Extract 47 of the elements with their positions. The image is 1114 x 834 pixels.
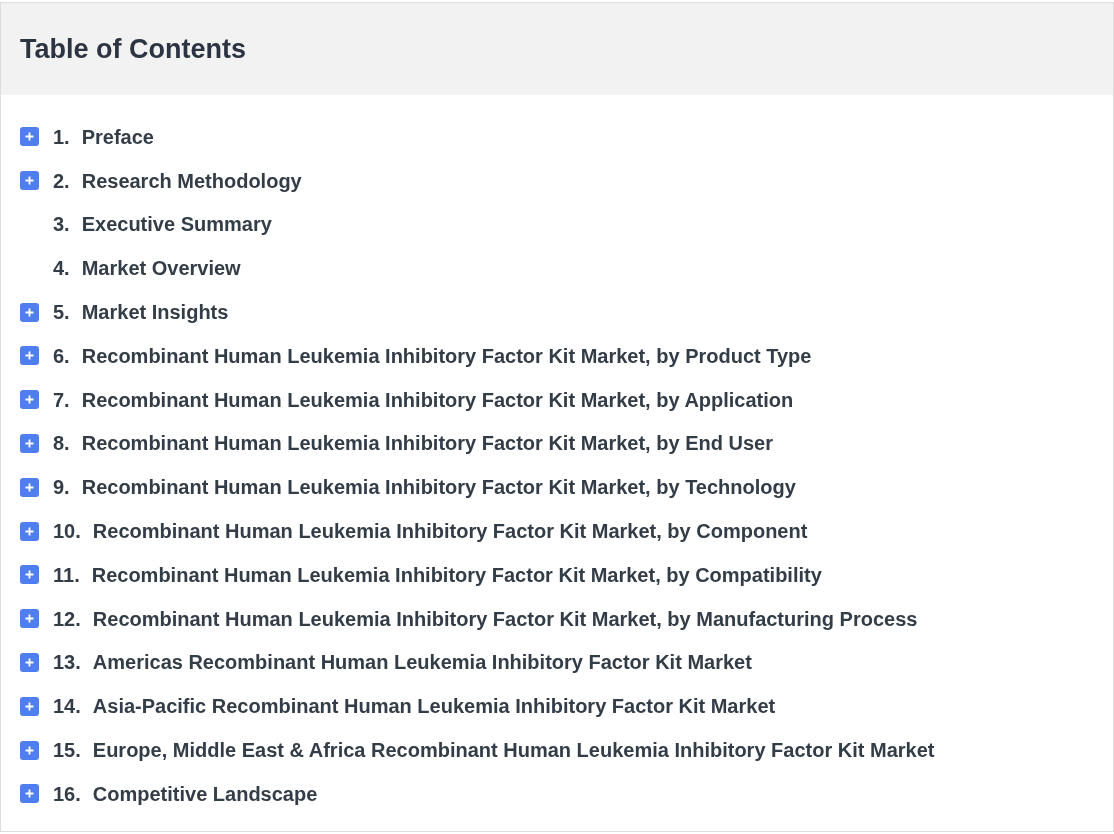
expand-icon[interactable] xyxy=(19,565,39,585)
expand-icon[interactable] xyxy=(19,433,39,453)
section-link[interactable]: Market Overview xyxy=(81,253,241,284)
section-number: 13. xyxy=(53,650,81,676)
section-link[interactable]: Preface xyxy=(81,121,154,152)
expand-icon[interactable] xyxy=(19,521,39,541)
section-link[interactable]: Research Methodology xyxy=(81,165,302,196)
expand-icon[interactable] xyxy=(19,609,39,629)
section-number: 10. xyxy=(53,519,81,545)
section-link[interactable]: Market Insights xyxy=(81,297,229,328)
section-link[interactable]: Europe, Middle East & Africa Recombinant Human Leukemia Inhibitory Factor Kit Market xyxy=(92,735,935,766)
section-number: 7. xyxy=(53,387,70,413)
section-link[interactable]: Recombinant Human Leukemia Inhibitory Factor Kit Market, by Component xyxy=(92,516,808,547)
section-link[interactable]: Recombinant Human Leukemia Inhibitory Factor Kit Market, by Application xyxy=(81,384,794,415)
expand-icon[interactable] xyxy=(19,171,39,191)
section-number: 2. xyxy=(53,168,70,194)
expand-icon[interactable] xyxy=(19,346,39,366)
section-number: 11. xyxy=(53,562,80,588)
expand-icon[interactable] xyxy=(19,477,39,497)
section-link[interactable]: Recombinant Human Leukemia Inhibitory Factor Kit Market, by Product Type xyxy=(81,340,812,371)
expand-icon[interactable] xyxy=(19,784,39,804)
section-number: 4. xyxy=(53,256,70,282)
section-number: 8. xyxy=(53,431,70,457)
expand-icon[interactable] xyxy=(19,127,39,147)
section-number: 14. xyxy=(53,694,81,720)
section-number: 15. xyxy=(53,738,81,764)
section-link[interactable]: Recombinant Human Leukemia Inhibitory Factor Kit Market, by End User xyxy=(81,428,773,459)
section-number: 1. xyxy=(53,124,70,150)
section-link[interactable]: Recombinant Human Leukemia Inhibitory Factor Kit Market, by Compatibility xyxy=(91,559,822,590)
section-link[interactable]: Recombinant Human Leukemia Inhibitory Factor Kit Market, by Technology xyxy=(81,472,796,503)
section-number: 12. xyxy=(53,606,81,632)
section-number: 6. xyxy=(53,343,70,369)
expand-icon[interactable] xyxy=(19,302,39,322)
section-link[interactable]: Recombinant Human Leukemia Inhibitory Factor Kit Market, by Manufacturing Process xyxy=(92,603,918,634)
section-link[interactable]: Asia-Pacific Recombinant Human Leukemia Inhibitory Factor Kit Market xyxy=(92,691,776,722)
expand-icon[interactable] xyxy=(19,696,39,716)
section-number: 16. xyxy=(53,781,81,807)
section-number: 3. xyxy=(53,212,70,238)
section-link[interactable]: Americas Recombinant Human Leukemia Inhibitory Factor Kit Market xyxy=(92,647,752,678)
section-link[interactable]: Executive Summary xyxy=(81,209,272,240)
expand-icon[interactable] xyxy=(19,652,39,672)
section-number: 5. xyxy=(53,300,70,326)
expand-icon[interactable] xyxy=(19,390,39,410)
expand-icon[interactable] xyxy=(19,740,39,760)
section-link[interactable]: Competitive Landscape xyxy=(92,778,318,809)
section-number: 9. xyxy=(53,475,70,501)
toc-title: Table of Contents xyxy=(20,32,246,66)
